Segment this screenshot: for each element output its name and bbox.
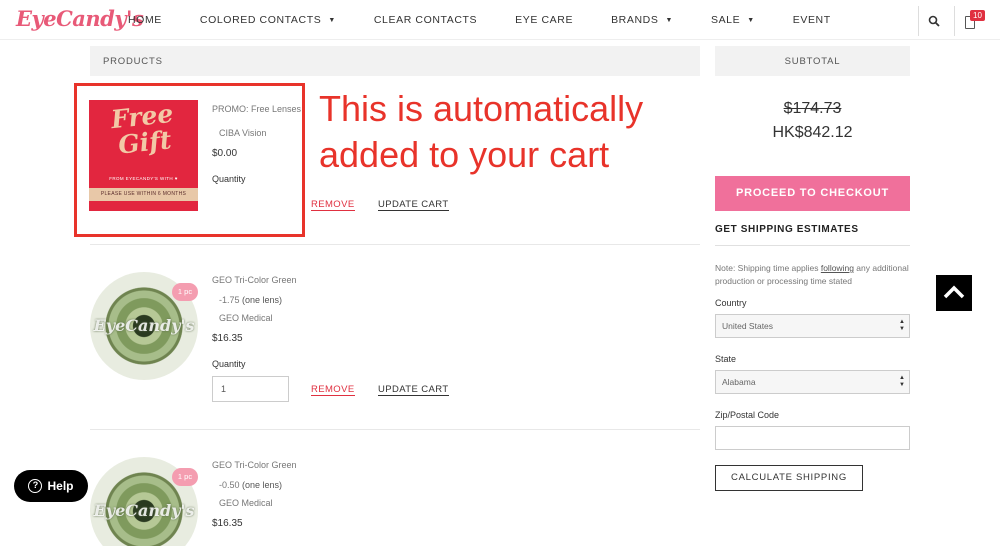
scroll-to-top-button[interactable] — [936, 275, 972, 311]
power-value: -0.50 — [219, 480, 240, 490]
calculate-shipping-button[interactable]: CALCULATE SHIPPING — [715, 465, 863, 491]
site-logo[interactable]: EyeCandy's — [16, 6, 144, 31]
help-button[interactable]: ? Help — [14, 470, 88, 502]
shipping-divider — [715, 245, 910, 246]
nav-home[interactable]: HOME — [128, 14, 162, 26]
nav-home-label: HOME — [128, 14, 162, 26]
product-power: -1.75 (one lens) — [219, 295, 282, 305]
power-value: -1.75 — [219, 295, 240, 305]
nav-brands[interactable]: BRANDS ▼ — [611, 14, 673, 26]
products-header: PRODUCTS — [90, 46, 700, 76]
lens-note: (one lens) — [242, 480, 283, 490]
site-header: EyeCandy's HOME COLORED CONTACTS ▼ CLEAR … — [0, 0, 1000, 40]
quantity-badge: 1 pc — [172, 283, 198, 301]
annotation-box — [74, 83, 305, 237]
nav-colored-contacts-label: COLORED CONTACTS — [199, 14, 322, 26]
lens-note: (one lens) — [242, 295, 283, 305]
remove-link[interactable]: REMOVE — [311, 384, 355, 396]
header-divider — [954, 6, 955, 36]
product-name: GEO Tri-Color Green — [212, 460, 297, 470]
state-label: State — [715, 354, 737, 364]
nav-colored-contacts[interactable]: COLORED CONTACTS ▼ — [200, 14, 336, 26]
subtotal-price: HK$842.12 — [772, 124, 853, 141]
annotation-text: This is automatically added to your cart — [319, 88, 644, 175]
country-value: United States — [722, 321, 774, 331]
quantity-badge: 1 pc — [172, 468, 198, 486]
country-label: Country — [715, 298, 747, 308]
state-select[interactable]: Alabama ▲ ▼ — [715, 370, 910, 394]
shipping-estimates-title: GET SHIPPING ESTIMATES — [715, 224, 859, 235]
original-price: $174.73 — [783, 100, 842, 117]
product-price: $16.35 — [212, 518, 243, 529]
select-arrows-icon: ▲ ▼ — [899, 319, 905, 332]
nav-brands-label: BRANDS — [611, 14, 659, 26]
nav-clear-contacts[interactable]: CLEAR CONTACTS — [374, 14, 477, 26]
quantity-input[interactable]: 1 — [212, 376, 289, 402]
product-brand: GEO Medical — [219, 313, 273, 323]
product-name: GEO Tri-Color Green — [212, 275, 297, 285]
nav-sale-label: SALE — [710, 14, 741, 26]
nav-event-label: EVENT — [792, 14, 831, 26]
note-text: Note: Shipping time applies — [715, 263, 821, 273]
product-brand: GEO Medical — [219, 498, 273, 508]
cart-count-badge: 10 — [970, 10, 985, 21]
subtotal-header: SUBTOTAL — [715, 46, 910, 76]
help-label: Help — [47, 479, 74, 493]
state-value: Alabama — [722, 377, 756, 387]
row-divider — [90, 429, 700, 430]
nav-clear-contacts-label: CLEAR CONTACTS — [373, 14, 478, 26]
header-divider — [918, 6, 919, 36]
proceed-to-checkout-button[interactable]: PROCEED TO CHECKOUT — [715, 176, 910, 211]
question-icon: ? — [28, 479, 43, 493]
lens-logo-text: EyeCandy's — [93, 316, 195, 335]
nav-eye-care-label: EYE CARE — [515, 14, 574, 26]
select-arrows-icon: ▲ ▼ — [899, 375, 905, 388]
main-nav: HOME COLORED CONTACTS ▼ CLEAR CONTACTS EY… — [128, 0, 869, 40]
chevron-up-icon — [943, 285, 965, 299]
shipping-note: Note: Shipping time applies following an… — [715, 262, 913, 288]
nav-sale[interactable]: SALE ▼ — [711, 14, 755, 26]
product-price: $16.35 — [212, 333, 243, 344]
caret-down-icon: ▼ — [328, 16, 336, 24]
lens-logo-text: EyeCandy's — [93, 501, 195, 520]
nav-event[interactable]: EVENT — [793, 14, 831, 26]
quantity-label: Quantity — [212, 359, 246, 369]
row-divider — [90, 244, 700, 245]
caret-down-icon: ▼ — [665, 16, 673, 24]
zip-input[interactable] — [715, 426, 910, 450]
caret-down-icon: ▼ — [747, 16, 755, 24]
search-icon[interactable] — [928, 15, 940, 27]
zip-label: Zip/Postal Code — [715, 410, 780, 420]
update-cart-link[interactable]: UPDATE CART — [378, 199, 449, 211]
update-cart-link[interactable]: UPDATE CART — [378, 384, 449, 396]
nav-eye-care[interactable]: EYE CARE — [515, 14, 573, 26]
remove-link[interactable]: REMOVE — [311, 199, 355, 211]
country-select[interactable]: United States ▲ ▼ — [715, 314, 910, 338]
product-power: -0.50 (one lens) — [219, 480, 282, 490]
note-link[interactable]: following — [821, 263, 854, 273]
